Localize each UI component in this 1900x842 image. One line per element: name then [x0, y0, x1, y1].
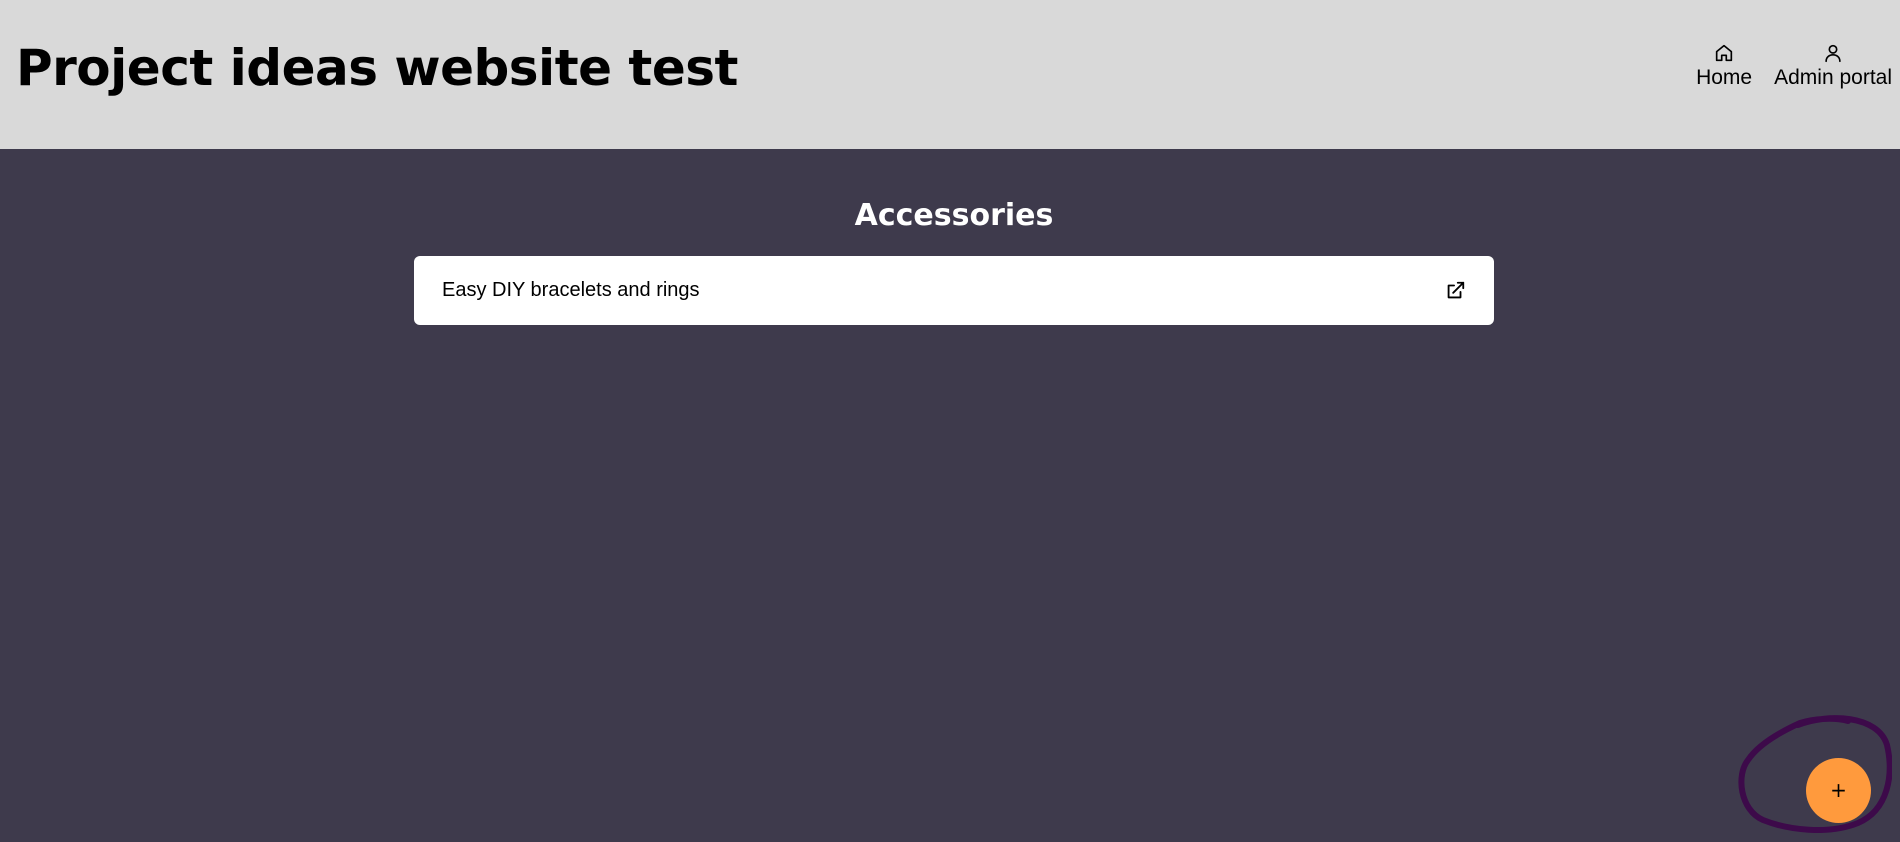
project-card-title: Easy DIY bracelets and rings [442, 279, 700, 301]
site-header: Project ideas website test Home Admin po… [0, 0, 1900, 149]
nav-admin-portal[interactable]: Admin portal [1774, 42, 1892, 90]
project-card[interactable]: Easy DIY bracelets and rings [414, 256, 1494, 325]
external-link-icon[interactable] [1444, 280, 1466, 302]
home-icon [1715, 44, 1733, 62]
main-content: Accessories Easy DIY bracelets and rings [0, 149, 1900, 842]
nav-home[interactable]: Home [1696, 42, 1752, 90]
site-title: Project ideas website test [16, 39, 738, 97]
user-icon [1825, 44, 1841, 63]
section-heading: Accessories [854, 198, 1054, 233]
nav-admin-portal-label: Admin portal [1774, 66, 1892, 89]
nav-home-label: Home [1696, 66, 1753, 89]
add-button[interactable]: + [1806, 758, 1871, 823]
top-nav: Home Admin portal [1696, 42, 1892, 90]
